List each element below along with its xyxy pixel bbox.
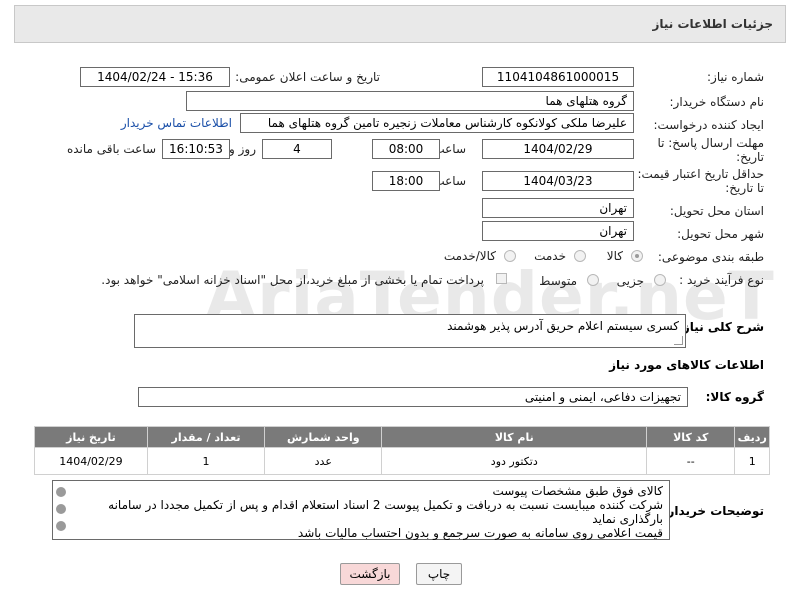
reply-time-field: 08:00 [372,139,440,159]
purchase-medium-radio[interactable] [587,274,599,286]
category-label: طبقه بندی موضوعی: [657,250,764,264]
col-row-number: ردیف [734,426,770,448]
buyer-notes-text: کالای فوق طبق مشخصات پیوست شرکت کننده می… [108,484,663,540]
need-number-label: شماره نیاز: [707,70,764,84]
goods-table: ردیف کد کالا نام کالا واحد شمارش تعداد /… [34,426,770,475]
category-goods-service-radio[interactable] [504,250,516,262]
cell-goods-name: دتکتور دود [381,447,648,475]
remaining-time-label: ساعت باقی مانده [66,142,156,156]
col-need-date: تاریخ نیاز [34,426,148,448]
validity-time-field: 18:00 [372,171,440,191]
col-unit: واحد شمارش [264,426,383,448]
goods-group-label: گروه کالا: [705,390,764,404]
category-goods-radio[interactable] [631,250,643,262]
reply-deadline-label: مهلت ارسال پاسخ: تا تاریخ: [657,136,764,164]
purchase-type-label: نوع فرآیند خرید : [679,273,764,287]
city-field: تهران [482,221,634,241]
province-label: استان محل تحویل: [669,204,764,218]
remaining-time-field: 16:10:53 [162,139,230,159]
cell-quantity: 1 [146,447,266,475]
print-button[interactable]: چاپ [416,563,462,585]
treasury-note: پرداخت تمام یا بخشی از مبلغ خرید،از محل … [101,273,484,287]
table-row[interactable]: 1 -- دتکتور دود عدد 1 1404/02/29 [34,447,770,475]
buyer-notes-label: توضیحات خریدار: [662,504,764,518]
category-service-label: خدمت [534,249,566,263]
announce-datetime-field: 1404/02/24 - 15:36 [80,67,230,87]
description-textarea[interactable]: کسری سیستم اعلام حریق آدرس پذیر هوشمند [134,314,686,348]
reply-date-field: 1404/02/29 [482,139,634,159]
description-label: شرح کلی نیاز: [678,320,764,334]
category-goods-label: کالا [606,249,623,263]
treasury-checkbox[interactable] [496,273,507,284]
requester-label: ایجاد کننده درخواست: [653,118,764,132]
buyer-notes-box[interactable]: کالای فوق طبق مشخصات پیوست شرکت کننده می… [52,480,670,540]
scroll-dot-icon [56,521,66,531]
cell-need-date: 1404/02/29 [34,447,148,475]
page-title: جزئیات اطلاعات نیاز [652,17,773,31]
cell-row-number: 1 [734,447,770,475]
reply-days-field: 4 [262,139,332,159]
col-goods-code: کد کالا [646,426,736,448]
description-text: کسری سیستم اعلام حریق آدرس پذیر هوشمند [447,319,679,333]
validity-date-field: 1404/03/23 [482,171,634,191]
requester-field: علیرضا ملکی کولانکوه کارشناس معاملات زنج… [240,113,634,133]
back-button[interactable]: بازگشت [340,563,400,585]
price-validity-label: حداقل تاریخ اعتبار قیمت: تا تاریخ: [637,167,764,195]
table-header-row: ردیف کد کالا نام کالا واحد شمارش تعداد /… [34,426,770,448]
col-quantity: تعداد / مقدار [146,426,266,448]
buyer-contact-link[interactable]: اطلاعات تماس خریدار [121,116,232,130]
purchase-medium-label: متوسط [539,274,577,288]
purchase-partial-label: جزیی [616,274,644,288]
cell-goods-code: -- [646,447,736,475]
cell-unit: عدد [264,447,383,475]
buyer-org-label: نام دستگاه خریدار: [669,95,765,109]
province-field: تهران [482,198,634,218]
city-label: شهر محل تحویل: [677,227,764,241]
col-goods-name: نام کالا [381,426,648,448]
announce-datetime-label: تاریخ و ساعت اعلان عمومی: [235,70,380,84]
resize-handle[interactable] [674,336,683,345]
scroll-dot-icon [56,504,66,514]
purchase-partial-radio[interactable] [654,274,666,286]
buyer-org-field: گروه هتلهای هما [186,91,634,111]
category-goods-service-label: کالا/خدمت [443,249,496,263]
scroll-dot-icon [56,487,66,497]
category-service-radio[interactable] [574,250,586,262]
goods-group-field: تجهیزات دفاعی، ایمنی و امنیتی [138,387,688,407]
page-header: جزئیات اطلاعات نیاز [14,5,786,43]
goods-info-heading: اطلاعات کالاهای مورد نیاز [609,358,764,372]
need-number-field: 1104104861000015 [482,67,634,87]
notes-scrollbar[interactable] [55,483,67,537]
day-and-label: روز و [229,142,256,156]
